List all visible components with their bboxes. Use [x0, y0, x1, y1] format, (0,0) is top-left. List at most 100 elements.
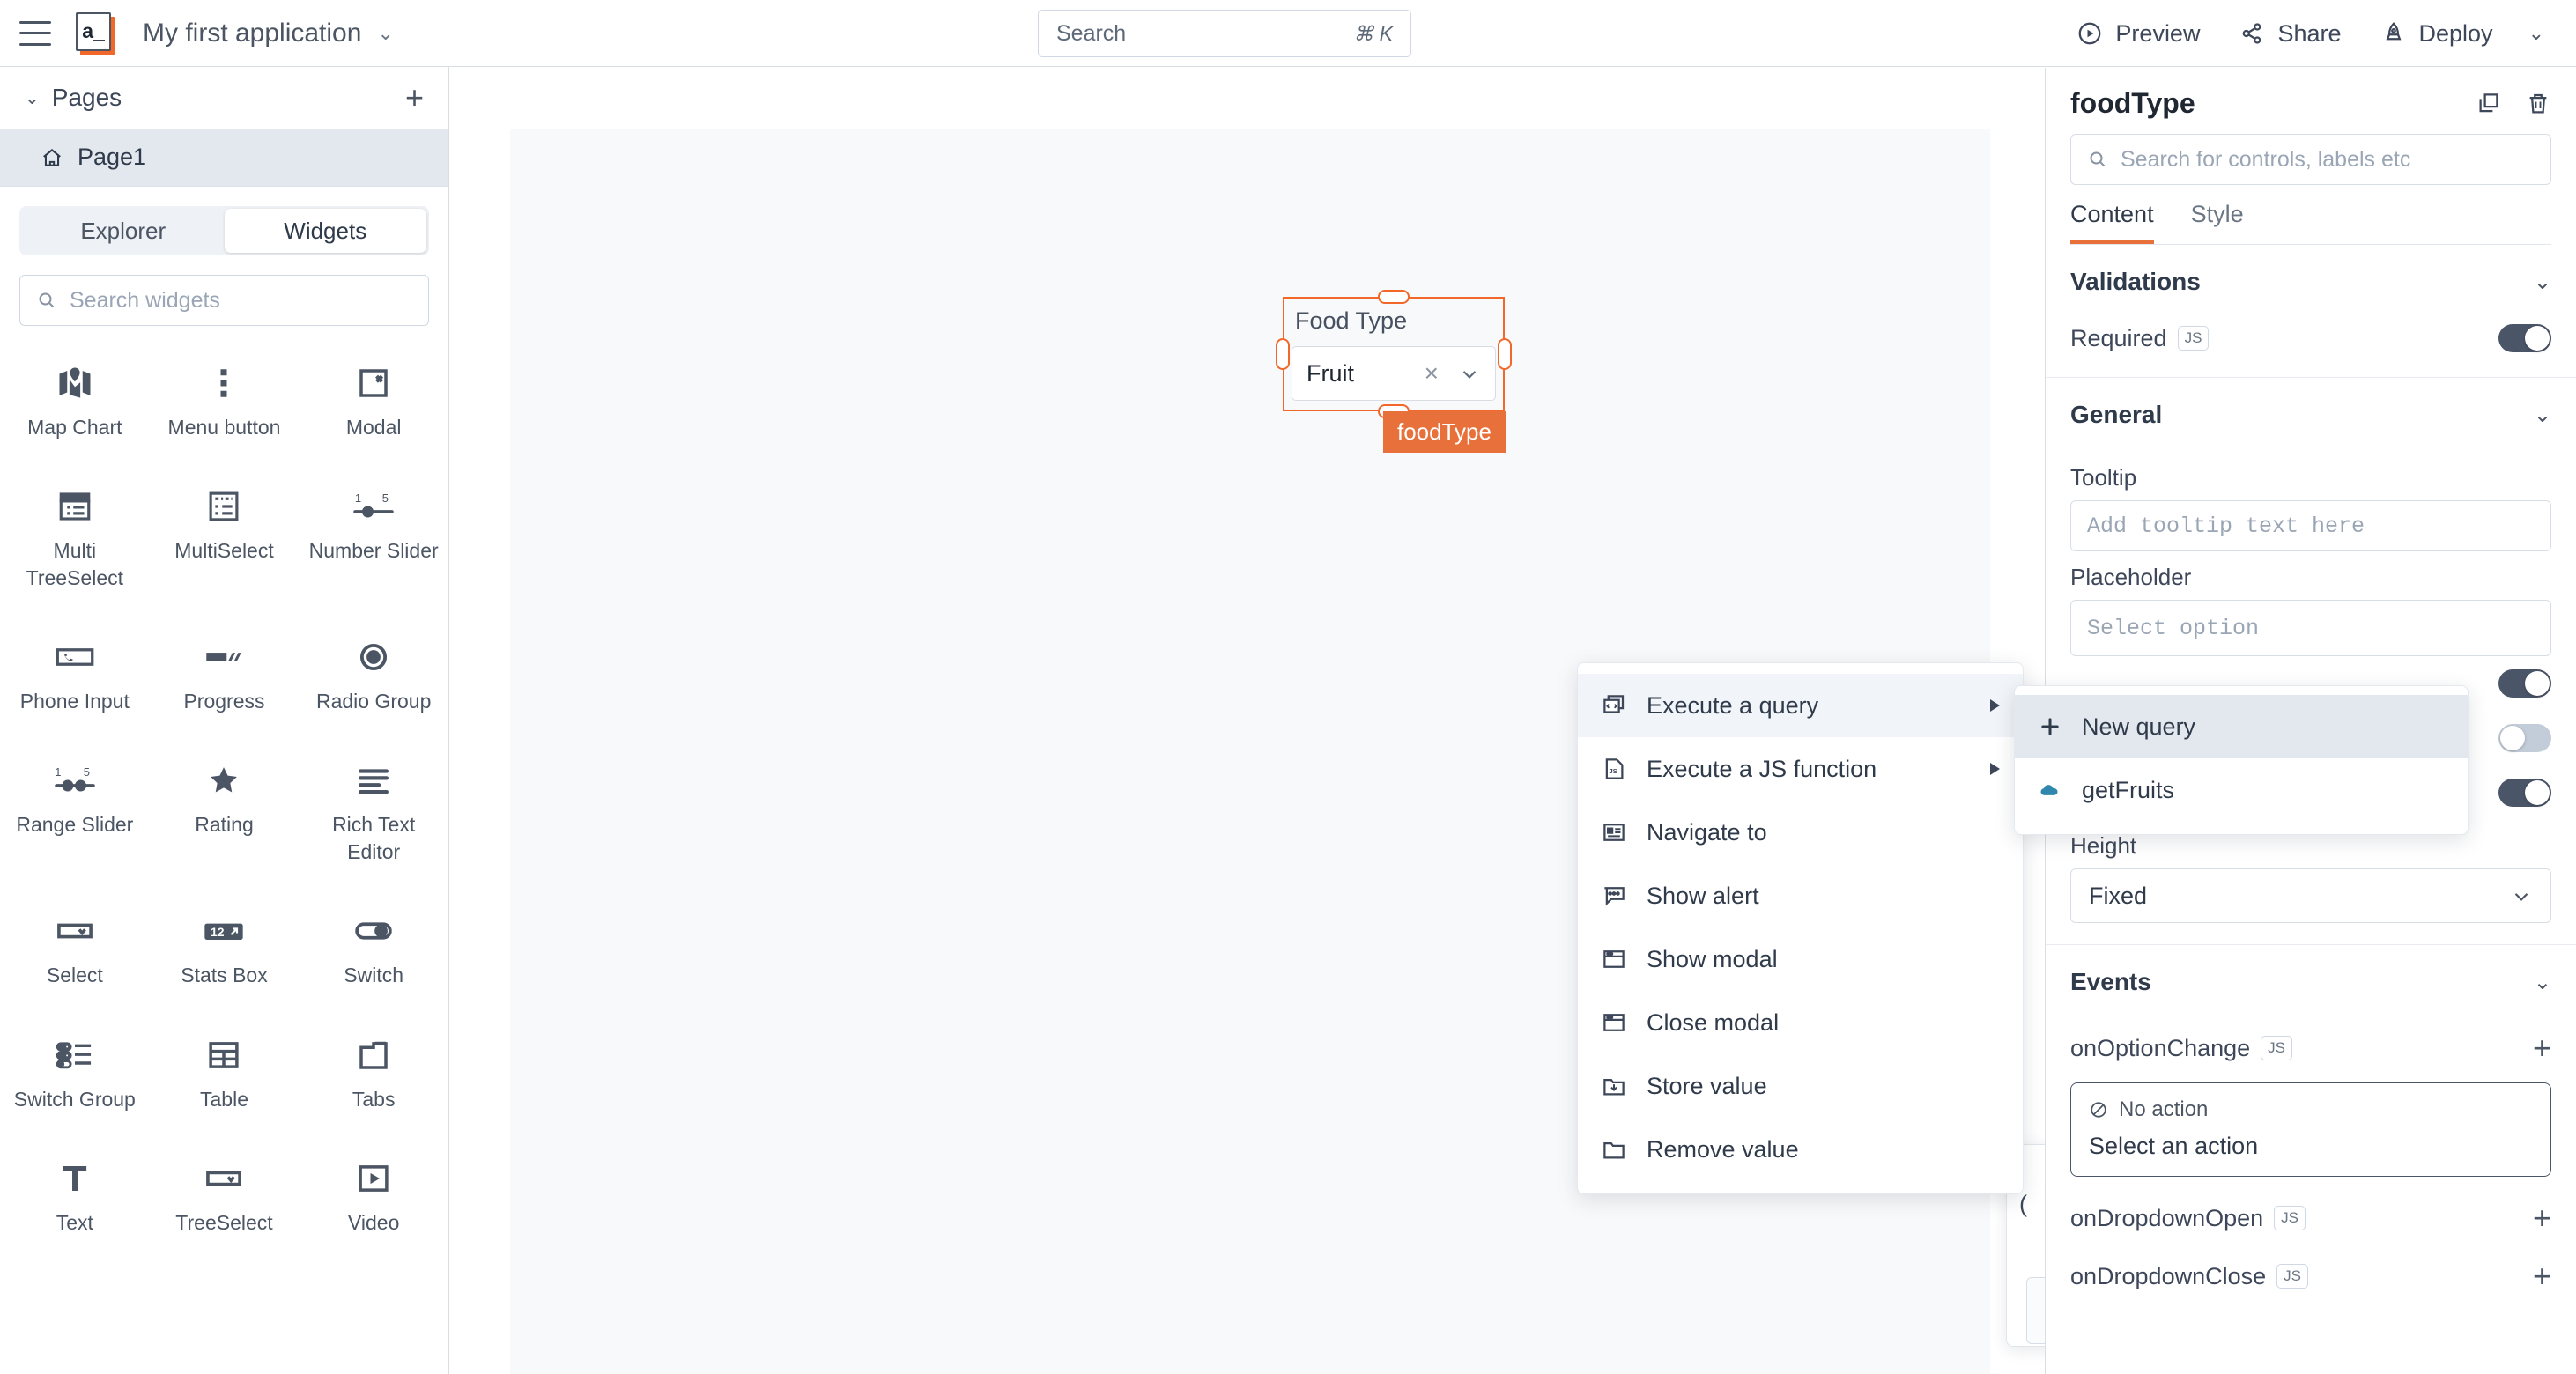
widget-item-modal[interactable]: Modal — [299, 354, 448, 440]
widget-name-badge[interactable]: foodType — [1383, 411, 1506, 453]
widget-item-switch-group[interactable]: Switch Group — [0, 1026, 150, 1112]
widget-item-number-slider[interactable]: 15 Number Slider — [299, 477, 448, 591]
tooltip-input[interactable]: Add tooltip text here — [2070, 500, 2551, 551]
resize-handle-left[interactable] — [1276, 338, 1290, 370]
js-toggle-badge[interactable]: JS — [2276, 1264, 2308, 1289]
menu-item-close-modal[interactable]: Close modal — [1578, 991, 2023, 1054]
widget-label: Rating — [195, 813, 254, 837]
tooltip-label: Tooltip — [2070, 464, 2137, 491]
add-event-action-button[interactable]: + — [2533, 1260, 2551, 1292]
clear-icon[interactable]: × — [1425, 359, 1439, 388]
widget-select-control[interactable]: Fruit × — [1292, 346, 1496, 401]
section-validations-header[interactable]: Validations ⌄ — [2070, 245, 2551, 319]
height-select[interactable]: Fixed — [2070, 868, 2551, 923]
widget-item-rich-text-editor[interactable]: Rich Text Editor — [299, 751, 448, 865]
add-event-action-button[interactable]: + — [2533, 1032, 2551, 1064]
widget-item-treeselect[interactable]: TreeSelect — [150, 1149, 300, 1236]
placeholder-input[interactable]: Select option — [2070, 600, 2551, 656]
widget-label: Modal — [345, 416, 402, 439]
widget-item-select[interactable]: Select — [0, 902, 150, 988]
trash-icon[interactable] — [2525, 91, 2551, 117]
tab-widgets[interactable]: Widgets — [224, 209, 426, 253]
sidebar-item-page1[interactable]: Page1 — [0, 129, 448, 187]
query-code-icon — [1601, 692, 1627, 719]
property-row-required: Required JS — [2070, 319, 2551, 377]
menu-item-navigate-to[interactable]: Navigate to — [1578, 801, 2023, 864]
menu-item-execute-a-query[interactable]: Execute a query — [1578, 674, 2023, 737]
event-action-selector[interactable]: No action Select an action — [2070, 1082, 2551, 1177]
widget-search-placeholder: Search widgets — [70, 287, 220, 313]
submenu-item-new-query[interactable]: New query — [2015, 695, 2468, 758]
widget-item-phone-input[interactable]: Phone Input — [0, 628, 150, 714]
video-play-icon — [355, 1149, 392, 1197]
property-search-input[interactable]: Search for controls, labels etc — [2070, 134, 2551, 185]
hidden-toggle-b[interactable] — [2498, 724, 2551, 752]
section-events-header[interactable]: Events ⌄ — [2070, 945, 2551, 1019]
pages-collapse-chevron-icon[interactable]: ⌄ — [25, 87, 40, 109]
js-toggle-badge[interactable]: JS — [2177, 326, 2210, 351]
alert-bubble-icon — [1601, 883, 1627, 909]
tab-explorer[interactable]: Explorer — [22, 209, 225, 253]
deploy-chevron-down-icon[interactable]: ⌄ — [2513, 22, 2553, 45]
resize-handle-top[interactable] — [1378, 290, 1410, 304]
widget-item-tabs[interactable]: Tabs — [299, 1026, 448, 1112]
menu-item-show-modal[interactable]: Show modal — [1578, 927, 2023, 991]
tab-content[interactable]: Content — [2070, 201, 2154, 244]
widget-label: MultiSelect — [174, 539, 274, 563]
widget-item-rating[interactable]: Rating — [150, 751, 300, 865]
section-validations: Validations ⌄ Required JS — [2046, 245, 2576, 378]
no-action-icon — [2089, 1100, 2108, 1119]
copy-icon[interactable] — [2476, 91, 2502, 117]
multi-treeselect-icon — [56, 477, 93, 525]
play-circle-icon — [2076, 20, 2103, 47]
share-button[interactable]: Share — [2219, 20, 2360, 48]
widget-item-range-slider[interactable]: 15 Range Slider — [0, 751, 150, 865]
menu-item-remove-value[interactable]: Remove value — [1578, 1118, 2023, 1181]
submenu-caret-icon — [1990, 763, 2000, 775]
preview-button[interactable]: Preview — [2057, 20, 2219, 48]
global-search-input[interactable]: Search ⌘ K — [1038, 10, 1411, 57]
resize-handle-right[interactable] — [1498, 338, 1512, 370]
tab-style[interactable]: Style — [2191, 201, 2244, 244]
add-page-button[interactable]: + — [405, 82, 424, 114]
top-bar: a_ My first application ⌄ Search ⌘ K Pre… — [0, 0, 2576, 67]
submenu-item-getfruits[interactable]: getFruits — [2015, 758, 2468, 822]
widget-item-table[interactable]: Table — [150, 1026, 300, 1112]
add-event-action-button[interactable]: + — [2533, 1202, 2551, 1234]
menu-item-execute-a-js-function[interactable]: JS Execute a JS function — [1578, 737, 2023, 801]
animate-loading-toggle[interactable] — [2498, 779, 2551, 807]
widget-search-input[interactable]: Search widgets — [19, 275, 429, 326]
hamburger-menu-icon[interactable] — [19, 20, 51, 46]
widget-item-text[interactable]: Text — [0, 1149, 150, 1236]
widget-item-multi-treeselect[interactable]: Multi TreeSelect — [0, 477, 150, 591]
chevron-down-icon[interactable] — [1458, 362, 1481, 385]
switch-group-icon — [55, 1026, 95, 1074]
app-logo[interactable]: a_ — [76, 11, 115, 55]
section-title: Validations — [2070, 268, 2201, 295]
store-folder-icon — [1601, 1073, 1627, 1099]
home-icon — [41, 146, 63, 169]
widget-label: Tabs — [352, 1087, 396, 1111]
required-toggle[interactable] — [2498, 324, 2551, 352]
widget-item-multiselect[interactable]: MultiSelect — [150, 477, 300, 591]
js-toggle-badge[interactable]: JS — [2261, 1036, 2293, 1060]
widget-item-progress[interactable]: Progress — [150, 628, 300, 714]
event-label: onOptionChange JS — [2070, 1035, 2533, 1062]
widget-item-menu-button[interactable]: Menu button — [150, 354, 300, 440]
menu-item-store-value[interactable]: Store value — [1578, 1054, 2023, 1118]
menu-item-show-alert[interactable]: Show alert — [1578, 864, 2023, 927]
hidden-toggle-a[interactable] — [2498, 669, 2551, 698]
widget-item-stats-box[interactable]: 12 Stats Box — [150, 902, 300, 988]
chevron-down-icon[interactable]: ⌄ — [377, 22, 393, 45]
widget-item-video[interactable]: Video — [299, 1149, 448, 1236]
svg-text:5: 5 — [84, 766, 90, 779]
widget-item-switch[interactable]: Switch — [299, 902, 448, 988]
widget-item-map-chart[interactable]: Map Chart — [0, 354, 150, 440]
js-toggle-badge[interactable]: JS — [2274, 1206, 2306, 1230]
selected-widget-foodtype[interactable]: Food Type Fruit × foodType — [1276, 290, 1512, 453]
section-general-header[interactable]: General ⌄ — [2070, 378, 2551, 452]
widget-grid: Map Chart Menu button Modal Multi TreeSe… — [0, 354, 448, 1236]
widget-item-radio-group[interactable]: Radio Group — [299, 628, 448, 714]
event-row-ondropdownclose: onDropdownClose JS + — [2070, 1247, 2551, 1305]
deploy-button[interactable]: Deploy — [2361, 20, 2513, 48]
